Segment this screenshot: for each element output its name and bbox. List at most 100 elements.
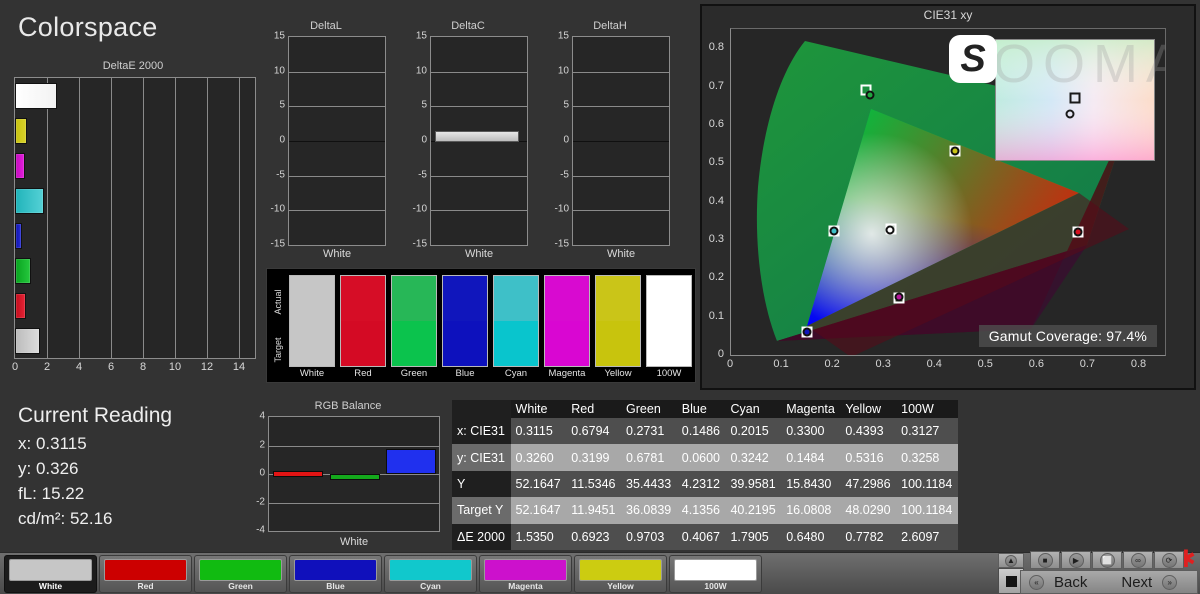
color-button-label: Green	[195, 581, 286, 591]
swatch-box	[595, 275, 641, 367]
cie-chromaticity-panel: CIE31 xy 0.80.70.60.50.40.30.20.10 00.10…	[700, 4, 1196, 390]
delta-y-tick: 10	[274, 65, 285, 76]
rgb-y-tick: -2	[256, 496, 265, 507]
delta-y-tick: 5	[279, 100, 285, 111]
deltae-x-tick: 10	[169, 361, 181, 373]
color-button-label: Cyan	[385, 581, 476, 591]
rgb-y-tick: 2	[259, 439, 265, 450]
swatch-100w	[646, 275, 692, 367]
swatch-white	[289, 275, 335, 367]
color-button-blue[interactable]: Blue	[289, 555, 382, 593]
gridline	[573, 106, 669, 107]
swatch-actual	[494, 276, 538, 321]
color-button-cyan[interactable]: Cyan	[384, 555, 477, 593]
table-row: y: CIE310.32600.31990.67810.06000.32420.…	[452, 444, 958, 470]
color-button-magenta[interactable]: Magenta	[479, 555, 572, 593]
cie-x-tick: 0.1	[773, 358, 788, 370]
navigation-row: « Back Next »	[1020, 570, 1198, 594]
next-button[interactable]: Next	[1121, 574, 1152, 591]
loop-icon: ∞	[1131, 553, 1146, 568]
swatch-label: Yellow	[595, 368, 641, 379]
color-button-red[interactable]: Red	[99, 555, 192, 593]
gridline	[431, 210, 527, 211]
delta-chart-plot-area	[430, 36, 528, 246]
swatch-actual	[341, 276, 385, 321]
deltae2000-chart-title: DeltaE 2000	[0, 60, 266, 72]
gridline	[289, 72, 385, 73]
cie-y-tick: 0	[718, 348, 724, 360]
delta-y-tick: -15	[413, 239, 427, 250]
measurement-table-head: WhiteRedGreenBlueCyanMagentaYellow100W	[452, 400, 958, 418]
deltae-bar-row	[15, 218, 22, 253]
cie-x-tick: 0.8	[1131, 358, 1146, 370]
eject-icon: ▲	[1005, 555, 1017, 567]
cie-x-tick: 0.7	[1080, 358, 1095, 370]
cie-y-tick: 0.1	[709, 310, 724, 322]
table-cell: 52.1647	[511, 471, 567, 497]
cie-actual-marker-green	[866, 90, 875, 99]
eject-button[interactable]: ▲	[998, 553, 1024, 568]
table-cell: 36.0839	[621, 497, 677, 523]
deltae-bar-100w	[15, 83, 57, 109]
deltae-bar-row	[15, 253, 31, 288]
deltae-bar-row	[15, 288, 26, 323]
swatch-magenta	[544, 275, 590, 367]
reading-fl-value: 15.22	[42, 484, 85, 503]
inset-target-marker	[1070, 92, 1081, 103]
delta-chart-plot-area	[572, 36, 670, 246]
table-column-header: Red	[566, 400, 621, 418]
color-chip	[294, 559, 377, 581]
gridline	[207, 78, 208, 358]
table-cell: 52.1647	[511, 497, 567, 523]
color-button-label: White	[5, 581, 96, 591]
actual-label: Actual	[273, 280, 283, 324]
deltae-bar-row	[15, 148, 25, 183]
gamut-coverage-label: Gamut Coverage:	[989, 328, 1103, 344]
table-column-header: Green	[621, 400, 677, 418]
back-button[interactable]: Back	[1054, 574, 1087, 591]
reading-cdm2-value: 52.16	[70, 509, 113, 528]
deltae-bar-green	[15, 258, 31, 284]
stop-square-icon	[1006, 576, 1017, 587]
delta-y-tick: 15	[274, 31, 285, 42]
cie-x-tick: 0.6	[1029, 358, 1044, 370]
play-button[interactable]: ▶	[1061, 551, 1091, 569]
table-row-header: y: CIE31	[452, 444, 511, 470]
delta-y-tick: 0	[279, 135, 285, 146]
color-button-100w[interactable]: 100W	[669, 555, 762, 593]
color-button-label: Blue	[290, 581, 381, 591]
deltae-bar-magenta	[15, 153, 25, 179]
color-button-white[interactable]: White	[4, 555, 97, 593]
delta-y-tick: 10	[558, 65, 569, 76]
table-cell: 0.2015	[725, 418, 781, 444]
swatch-target	[494, 321, 538, 366]
swatch-blue	[442, 275, 488, 367]
cie-x-tick: 0.5	[978, 358, 993, 370]
color-button-yellow[interactable]: Yellow	[574, 555, 667, 593]
cie-plot-area: SOOMAL S Gamut Coverage: 97.4%	[730, 28, 1166, 356]
table-cell: 4.2312	[677, 471, 726, 497]
deltae-x-tick: 2	[44, 361, 50, 373]
delta-y-tick: -5	[276, 169, 285, 180]
cie-y-tick: 0.4	[709, 195, 724, 207]
gridline	[289, 176, 385, 177]
reading-fl: fL: 15.22	[18, 484, 248, 504]
swatch-box	[442, 275, 488, 367]
loop-button[interactable]: ∞	[1123, 551, 1153, 569]
delta-y-tick: -10	[271, 204, 285, 215]
save-button[interactable]: ⬜	[1092, 551, 1122, 569]
zero-line	[289, 141, 385, 142]
swatch-label: Cyan	[493, 368, 539, 379]
gridline	[111, 78, 112, 358]
measurement-table: WhiteRedGreenBlueCyanMagentaYellow100W x…	[452, 400, 958, 550]
table-cell: 48.0290	[840, 497, 896, 523]
table-row: x: CIE310.31150.67940.27310.14860.20150.…	[452, 418, 958, 444]
gridline	[431, 106, 527, 107]
rgb-balance-y-axis: 420-2-4	[248, 416, 268, 532]
stop-button[interactable]: ■	[1030, 551, 1060, 569]
refresh-button[interactable]: ⟳	[1154, 551, 1184, 569]
cie-actual-marker-cyan	[829, 226, 838, 235]
color-button-green[interactable]: Green	[194, 555, 287, 593]
color-button-label: Red	[100, 581, 191, 591]
gridline	[79, 78, 80, 358]
